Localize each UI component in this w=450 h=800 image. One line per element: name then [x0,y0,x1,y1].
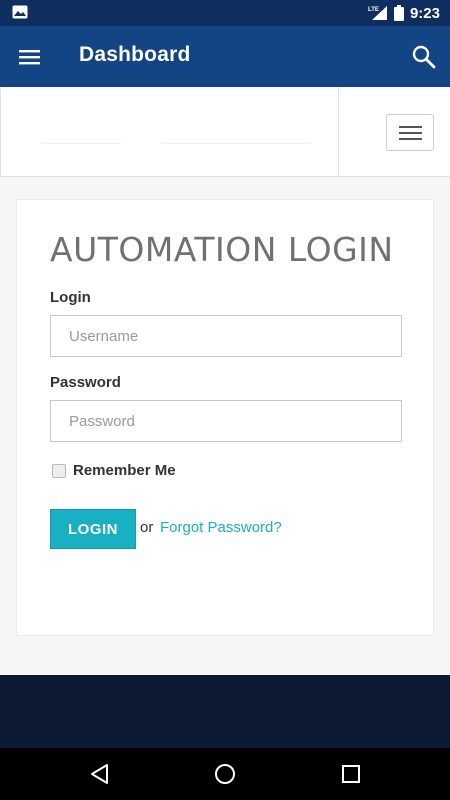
login-title: AUTOMATION LOGIN [50,230,394,269]
hamburger-menu-icon[interactable] [14,43,46,71]
login-label: Login [50,289,91,306]
site-logo[interactable] [41,107,316,157]
header-divider [338,87,339,177]
lte-signal-icon: LTE [368,6,387,20]
home-icon[interactable] [214,763,236,785]
recent-apps-icon[interactable] [342,765,360,783]
nav-toggle-button[interactable] [386,114,434,151]
image-notification-icon [12,5,28,19]
status-bar: LTE 9:23 [0,0,450,26]
svg-text:LTE: LTE [368,7,379,13]
page-footer [0,675,450,748]
or-text: or [140,519,154,536]
login-button[interactable]: LOGIN [50,509,136,549]
app-title: Dashboard [79,43,191,66]
remember-me-label: Remember Me [73,462,176,479]
battery-icon [393,5,404,21]
username-input[interactable] [50,315,402,357]
search-icon[interactable] [410,43,438,71]
status-icons: LTE 9:23 [368,0,440,26]
forgot-password-link[interactable]: Forgot Password? [160,519,282,536]
status-time: 9:23 [409,4,440,22]
password-label: Password [50,374,121,391]
remember-me-row[interactable]: Remember Me [52,462,176,479]
app-bar: Dashboard [0,26,450,87]
system-nav-bar [0,748,450,800]
login-card: AUTOMATION LOGIN Login Password Remember… [16,199,434,636]
back-icon[interactable] [88,762,110,786]
remember-me-checkbox[interactable] [52,463,66,478]
site-header [0,87,450,177]
password-input[interactable] [50,400,402,442]
hamburger-menu-icon [399,126,422,128]
